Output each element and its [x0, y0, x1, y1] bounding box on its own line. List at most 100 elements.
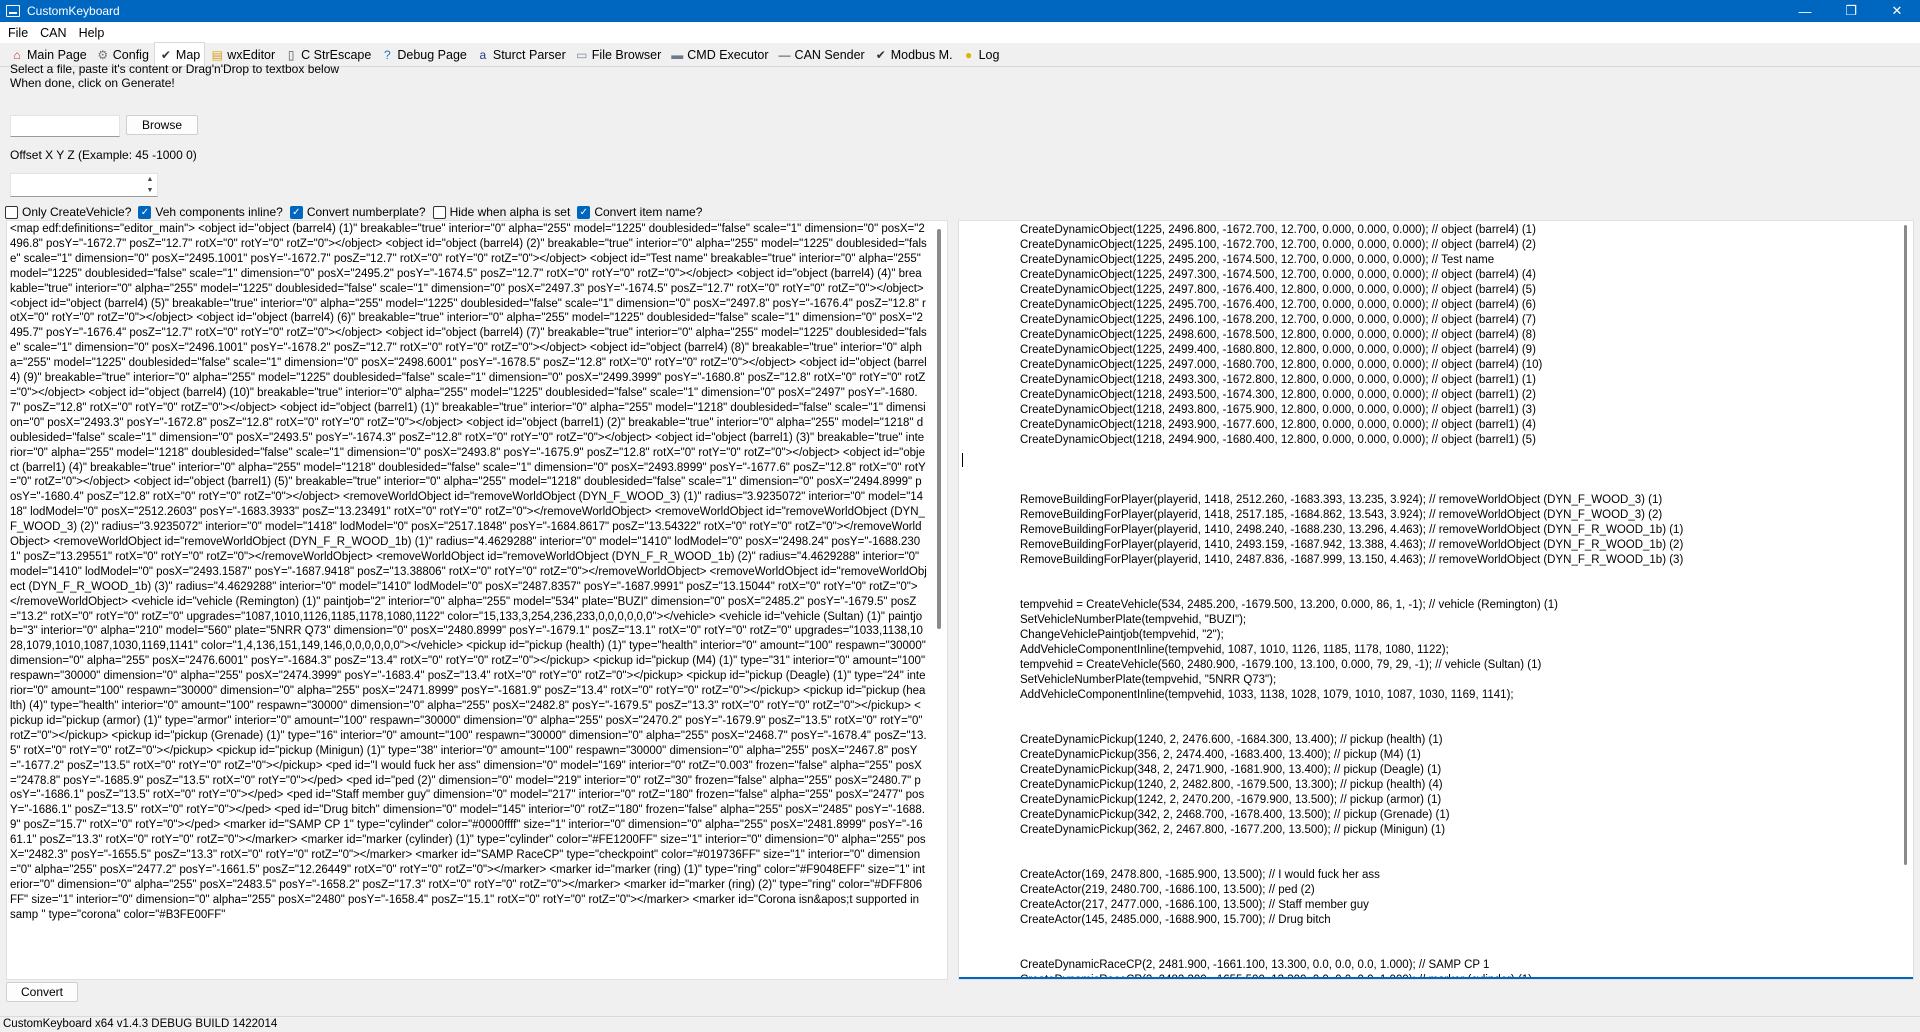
- option-only-createvehicle[interactable]: Only CreateVehicle?: [5, 205, 131, 219]
- check-icon: ✔: [160, 47, 171, 62]
- tab-can-sender[interactable]: — CAN Sender: [774, 44, 869, 66]
- output-line: CreateDynamicObject(1218, 2493.800, -167…: [1020, 404, 1536, 416]
- menu-file[interactable]: File: [2, 26, 34, 40]
- checkbox-checked[interactable]: ✓: [289, 205, 303, 219]
- output-line: CreateDynamicPickup(356, 2, 2474.400, -1…: [1020, 749, 1421, 761]
- output-line: RemoveBuildingForPlayer(playerid, 1418, …: [1020, 494, 1663, 506]
- tab-label: Log: [978, 48, 1000, 62]
- option-convert-item-name[interactable]: ✓ Convert item name?: [577, 205, 702, 219]
- focus-underline: [959, 977, 1913, 979]
- check-icon: ✔: [875, 48, 886, 62]
- output-line: CreateDynamicObject(1218, 2493.300, -167…: [1020, 374, 1536, 386]
- tab-debug-page[interactable]: ? Debug Page: [376, 44, 471, 66]
- offset-input[interactable]: ▲ ▼: [10, 173, 158, 197]
- notepad-icon: ▤: [211, 48, 223, 62]
- option-veh-components-inline[interactable]: ✓ Veh components inline?: [138, 205, 283, 219]
- tab-log[interactable]: ● Log: [958, 44, 1004, 66]
- output-line: ChangeVehiclePaintjob(tempvehid, "2");: [1020, 629, 1224, 641]
- checkbox-unchecked[interactable]: [5, 205, 18, 219]
- tab-sturct-parser[interactable]: a Sturct Parser: [472, 44, 570, 66]
- output-line: CreateDynamicObject(1225, 2499.400, -168…: [1020, 344, 1536, 356]
- output-line: CreateDynamicObject(1225, 2495.200, -167…: [1020, 254, 1495, 266]
- checkbox-checked[interactable]: ✓: [577, 205, 591, 219]
- output-textbox[interactable]: CreateDynamicObject(1225, 2496.800, -167…: [958, 220, 1914, 980]
- output-line: AddVehicleComponentInline(tempvehid, 108…: [1020, 644, 1449, 656]
- output-scrollbar[interactable]: [1899, 221, 1913, 979]
- tab-label: CAN Sender: [794, 48, 865, 62]
- parser-icon: a: [479, 48, 487, 62]
- output-line: CreateDynamicObject(1225, 2497.800, -167…: [1020, 284, 1536, 296]
- scroll-thumb[interactable]: [937, 229, 941, 629]
- offset-label: Offset X Y Z (Example: 45 -1000 0): [10, 148, 197, 162]
- tab-label: Config: [112, 48, 149, 62]
- chevron-up-icon[interactable]: ▲: [143, 174, 157, 185]
- window-title: CustomKeyboard: [27, 4, 120, 18]
- output-line: CreateDynamicObject(1218, 2493.500, -167…: [1020, 389, 1536, 401]
- checkbox-checked[interactable]: ✓: [138, 205, 152, 219]
- option-label: Hide when alpha is set: [449, 205, 571, 219]
- checkbox-unchecked[interactable]: [432, 205, 446, 219]
- instructions-line-2: When done, click on Generate!: [10, 76, 175, 90]
- app-keyboard-icon: [6, 5, 20, 17]
- output-lines: CreateDynamicObject(1225, 2496.800, -167…: [1020, 223, 1684, 979]
- tab-file-browser[interactable]: ▭ File Browser: [571, 44, 665, 66]
- menu-bar: File CAN Help: [0, 22, 1920, 43]
- input-scrollbar[interactable]: [933, 221, 947, 979]
- text-caret: [962, 453, 963, 467]
- option-label: Convert numberplate?: [306, 205, 426, 219]
- chevron-down-icon[interactable]: ▼: [143, 185, 157, 196]
- bulb-icon: ●: [964, 48, 973, 62]
- tab-label: Main Page: [27, 48, 87, 62]
- menu-help[interactable]: Help: [73, 26, 111, 40]
- output-line: tempvehid = CreateVehicle(560, 2480.900,…: [1020, 659, 1542, 671]
- output-line: CreateDynamicObject(1225, 2497.300, -167…: [1020, 269, 1536, 281]
- output-line: CreateDynamicObject(1225, 2496.100, -167…: [1020, 314, 1536, 326]
- document-icon: ▯: [287, 48, 295, 62]
- minimize-button[interactable]: —: [1782, 0, 1828, 22]
- output-line: CreateDynamicObject(1225, 2496.800, -167…: [1020, 224, 1536, 236]
- output-line: tempvehid = CreateVehicle(534, 2485.200,…: [1020, 599, 1558, 611]
- output-line: CreateActor(145, 2485.000, -1688.900, 15…: [1020, 914, 1331, 926]
- output-line: CreateDynamicObject(1225, 2498.600, -167…: [1020, 329, 1536, 341]
- close-button[interactable]: ✕: [1874, 0, 1920, 22]
- output-line: CreateActor(169, 2478.800, -1685.900, 13…: [1020, 869, 1380, 881]
- offset-spinner[interactable]: ▲ ▼: [143, 174, 157, 196]
- folder-icon: ▭: [576, 48, 588, 62]
- output-line: CreateDynamicPickup(348, 2, 2471.900, -1…: [1020, 764, 1442, 776]
- convert-button[interactable]: Convert: [6, 982, 78, 1002]
- title-bar: CustomKeyboard — ❐ ✕: [0, 0, 1920, 22]
- scroll-thumb[interactable]: [1904, 225, 1907, 865]
- browse-button[interactable]: Browse: [126, 115, 198, 135]
- tab-label: wxEditor: [227, 48, 276, 62]
- option-label: Convert item name?: [594, 205, 703, 219]
- tab-label: Map: [175, 47, 201, 62]
- maximize-button[interactable]: ❐: [1828, 0, 1874, 22]
- tab-modbus-m[interactable]: ✔ Modbus M.: [870, 44, 957, 66]
- tab-cmd-executor[interactable]: ▬ CMD Executor: [666, 44, 772, 66]
- menu-can[interactable]: CAN: [34, 26, 72, 40]
- option-hide-when-alpha-is-set[interactable]: Hide when alpha is set: [432, 205, 571, 219]
- output-line: RemoveBuildingForPlayer(playerid, 1410, …: [1020, 554, 1684, 566]
- input-textbox[interactable]: <map edf:definitions="editor_main"> <obj…: [6, 220, 948, 980]
- dash-icon: —: [778, 48, 791, 62]
- option-label: Only CreateVehicle?: [22, 205, 132, 219]
- options-row: Only CreateVehicle? ✓ Veh components inlin…: [5, 204, 709, 220]
- file-path-input[interactable]: [10, 115, 120, 137]
- help-icon: ?: [384, 48, 391, 62]
- tab-label: File Browser: [591, 48, 662, 62]
- option-convert-numberplate[interactable]: ✓ Convert numberplate?: [289, 205, 426, 219]
- output-line: CreateDynamicObject(1218, 2494.900, -168…: [1020, 434, 1536, 446]
- tab-label: CMD Executor: [687, 48, 769, 62]
- output-line: RemoveBuildingForPlayer(playerid, 1410, …: [1020, 524, 1684, 536]
- instructions-line-1: Select a file, paste it's content or Dra…: [10, 62, 340, 76]
- tab-label: Modbus M.: [890, 48, 953, 62]
